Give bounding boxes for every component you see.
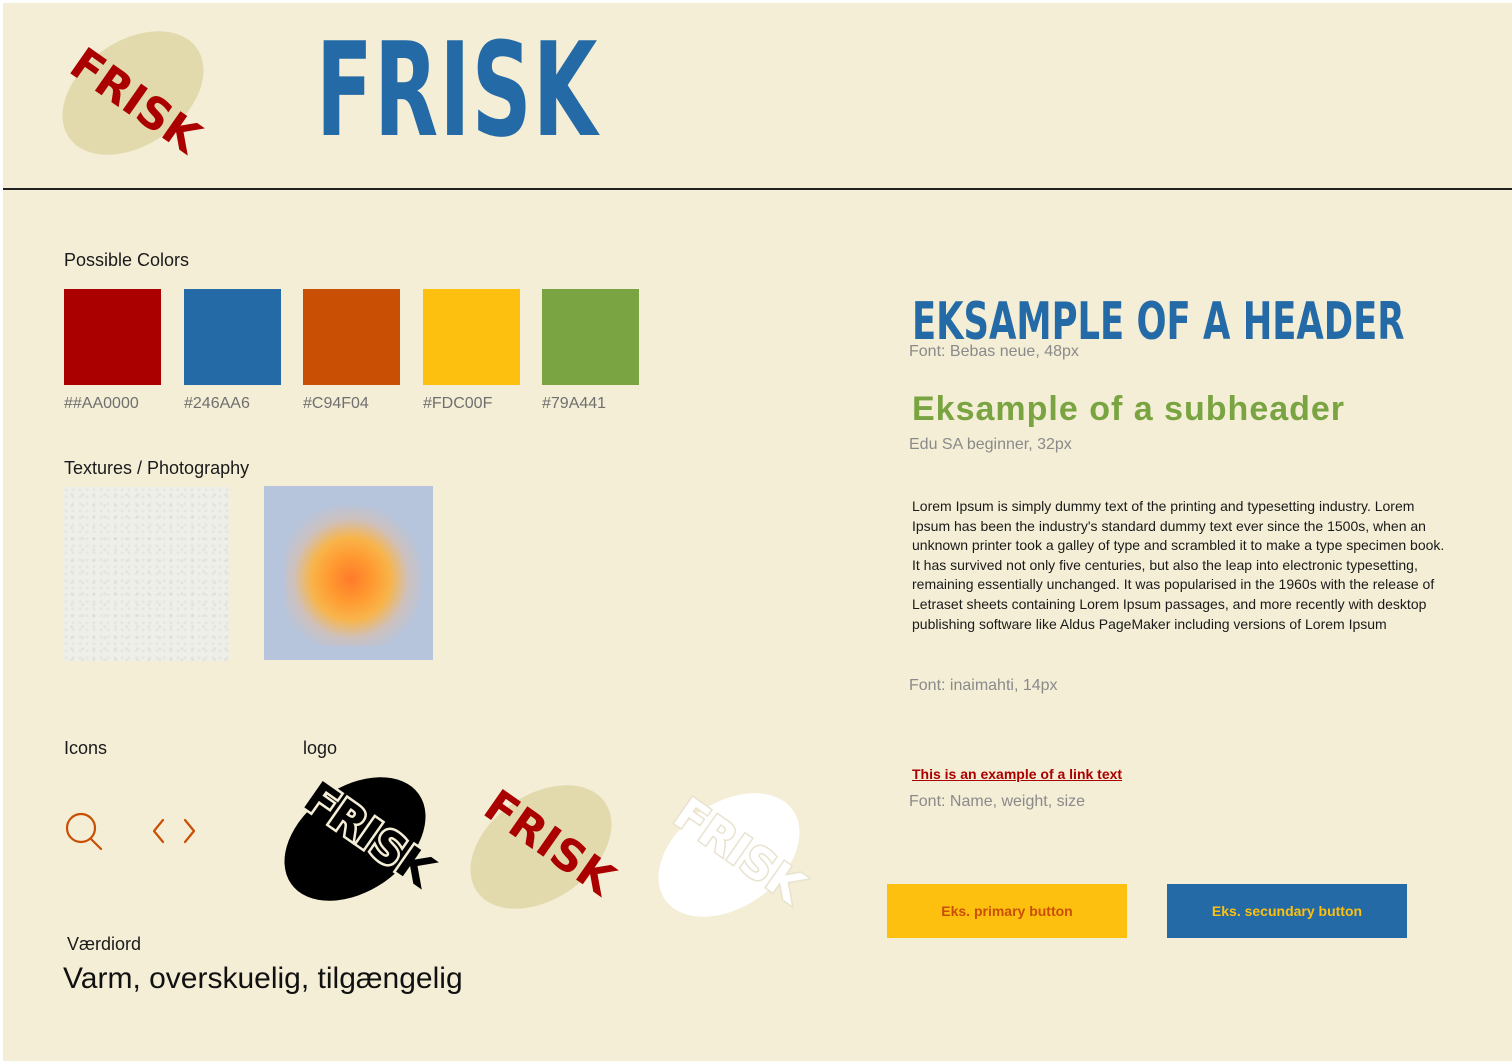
- example-link[interactable]: This is an example of a link text: [912, 766, 1122, 782]
- color-hex-yellow: #FDC00F: [423, 395, 493, 412]
- color-hex-red: ##AA0000: [64, 395, 139, 412]
- header-divider: [3, 188, 1512, 190]
- paper-texture-image: [64, 487, 229, 661]
- colors-section-title: Possible Colors: [64, 250, 190, 270]
- header-example: EKSAMPLE OF A HEADER: [912, 292, 1405, 352]
- frisk-logo-white: FRISK: [658, 787, 811, 917]
- color-swatch-yellow: [423, 289, 520, 385]
- body-font-meta: Font: inaimahti, 14px: [909, 677, 1058, 694]
- subheader-example: Eksample of a subheader: [912, 390, 1346, 428]
- color-hex-green: #79A441: [542, 395, 607, 412]
- primary-button[interactable]: Eks. primary button: [887, 884, 1127, 938]
- frisk-logo-header: FRISK: [61, 31, 211, 165]
- values-text: Varm, overskuelig, tilgængelig: [63, 962, 463, 995]
- chevron-left-right-icon: [152, 818, 196, 844]
- style-guide-canvas: FRISK FRISK Possible Colors ##AA0000 #24…: [3, 3, 1512, 1061]
- brand-wordmark: FRISK: [316, 14, 599, 166]
- color-swatch-blue: [184, 289, 281, 385]
- color-swatch-red: [64, 289, 161, 385]
- frisk-logo-red: FRISK: [470, 780, 625, 909]
- body-text-example: Lorem Ipsum is simply dummy text of the …: [912, 498, 1445, 632]
- header-font-meta: Font: Bebas neue, 48px: [909, 343, 1079, 360]
- textures-section-title: Textures / Photography: [64, 458, 250, 478]
- values-section-title: Værdiord: [67, 934, 142, 954]
- color-hex-orange: #C94F04: [303, 395, 369, 412]
- gradient-blur-image: [264, 486, 433, 660]
- icons-section-title: Icons: [64, 738, 108, 758]
- link-font-meta: Font: Name, weight, size: [909, 793, 1086, 810]
- logo-section-title: logo: [303, 738, 338, 758]
- color-swatch-orange: [303, 289, 400, 385]
- secondary-button[interactable]: Eks. secundary button: [1167, 884, 1407, 938]
- subheader-font-meta: Edu SA beginner, 32px: [909, 436, 1072, 453]
- color-swatch-green: [542, 289, 639, 385]
- frisk-logo-black: FRISK: [284, 770, 441, 901]
- search-icon: [65, 812, 103, 851]
- color-hex-blue: #246AA6: [184, 395, 250, 412]
- gradient-blob: [286, 506, 421, 646]
